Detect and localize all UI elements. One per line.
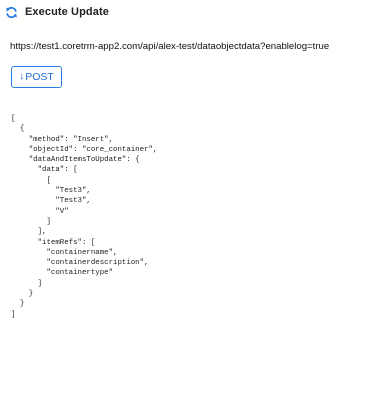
code-line: "containername",	[11, 248, 118, 257]
code-line: "method": "Insert",	[11, 135, 114, 144]
panel-title: Execute Update	[25, 6, 109, 18]
code-line: }	[11, 290, 34, 299]
code-line: "itemRefs": [	[11, 238, 96, 247]
code-line: "V"	[11, 207, 69, 216]
post-method-label: POST	[25, 71, 54, 83]
refresh-icon[interactable]	[5, 6, 18, 19]
code-line: "data": [	[11, 166, 78, 175]
request-url: https://test1.coretrm-app2.com/api/alex-…	[10, 41, 330, 52]
code-line: }	[11, 300, 25, 309]
code-line: ]	[11, 279, 43, 288]
code-line: "Test3",	[11, 187, 91, 196]
arrow-down-icon: ↓	[19, 71, 25, 82]
code-line: {	[11, 125, 25, 134]
code-line: ]	[11, 310, 16, 319]
code-line: ]	[11, 217, 51, 226]
code-line: [	[11, 115, 16, 123]
post-method-button[interactable]: ↓ POST	[11, 66, 62, 88]
code-line: "containerdescription",	[11, 259, 149, 268]
code-line: "objectId": "core_container",	[11, 145, 158, 154]
code-line: [	[11, 176, 51, 185]
code-line: ],	[11, 228, 47, 237]
panel-header: Execute Update	[5, 4, 109, 20]
code-line: "Test3",	[11, 197, 91, 206]
code-line: "dataAndItemsToUpdate": {	[11, 156, 140, 165]
request-body-json: [ { "method": "Insert", "objectId": "cor…	[11, 114, 157, 320]
code-line: "containertype"	[11, 269, 114, 278]
